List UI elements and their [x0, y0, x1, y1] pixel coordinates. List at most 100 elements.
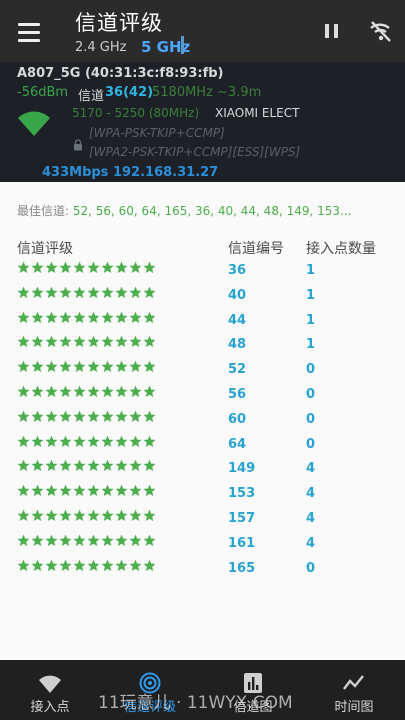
star-icon — [17, 435, 30, 447]
table-row: 48 1 — [0, 333, 405, 358]
star-icon — [129, 534, 142, 546]
star-icon — [31, 286, 44, 298]
star-icon — [73, 410, 86, 422]
star-icon — [45, 286, 58, 298]
star-icon — [59, 534, 72, 546]
star-icon — [31, 385, 44, 397]
channel-value: 36(42) — [105, 85, 154, 100]
wifi-off-icon[interactable] — [367, 18, 393, 44]
star-icon — [101, 385, 114, 397]
page-title: 信道评级 — [75, 11, 163, 35]
star-icon — [87, 459, 100, 472]
star-icon — [115, 509, 128, 521]
star-icon — [59, 261, 72, 273]
star-icon — [129, 509, 142, 521]
table-row: 149 4 — [0, 457, 405, 482]
rating-stars — [17, 484, 156, 497]
header-channel-number: 信道编号 — [228, 241, 284, 257]
rating-stars — [17, 311, 156, 324]
star-icon — [73, 509, 86, 521]
nav-access-points[interactable]: 接入点 — [10, 660, 90, 720]
vendor-name: XIAOMI ELECT — [215, 106, 300, 120]
star-icon — [59, 435, 72, 447]
star-icon — [73, 534, 86, 546]
star-icon — [143, 385, 156, 397]
star-icon — [17, 360, 30, 373]
star-icon — [73, 335, 86, 348]
star-icon — [59, 385, 72, 397]
connected-network-card[interactable]: A807_5G (40:31:3c:f8:93:fb) -56dBm 信道 36… — [0, 62, 405, 182]
nav-label-time-graph: 时间图 — [334, 700, 374, 715]
star-icon — [115, 559, 128, 571]
nav-label-access-points: 接入点 — [30, 700, 70, 715]
star-icon — [143, 286, 156, 298]
star-icon — [115, 484, 128, 497]
star-icon — [129, 559, 142, 571]
star-icon — [101, 559, 114, 571]
star-icon — [73, 286, 86, 298]
star-icon — [17, 509, 30, 521]
table-row: 52 0 — [0, 358, 405, 383]
star-icon — [87, 261, 100, 273]
star-icon — [59, 459, 72, 472]
star-icon — [129, 410, 142, 422]
band-2-4ghz-tab[interactable]: 2.4 GHz — [75, 40, 126, 55]
channel-number: 149 — [228, 461, 256, 477]
star-icon — [87, 435, 100, 447]
access-point-count: 4 — [306, 461, 316, 477]
star-icon — [87, 286, 100, 298]
wifi-signal-icon — [17, 108, 51, 138]
nav-time-graph[interactable]: 时间图 — [314, 660, 394, 720]
access-point-count: 4 — [306, 511, 316, 526]
star-icon — [17, 311, 30, 323]
pause-icon[interactable] — [322, 22, 342, 42]
channel-number: 52 — [228, 362, 247, 378]
star-icon — [115, 459, 128, 472]
star-icon — [59, 360, 72, 373]
access-point-count: 1 — [306, 337, 316, 353]
access-point-count: 4 — [306, 535, 316, 551]
table-row: 157 4 — [0, 507, 405, 532]
menu-icon[interactable] — [12, 18, 46, 46]
rating-stars — [17, 435, 156, 448]
signal-strength: -56dBm — [17, 85, 69, 100]
star-icon — [45, 410, 58, 422]
star-icon — [17, 484, 30, 497]
star-icon — [73, 459, 86, 472]
frequency-range: 5170 - 5250 (80MHz) — [72, 106, 200, 120]
star-icon — [59, 509, 72, 521]
band-indicator — [181, 36, 184, 54]
star-icon — [143, 311, 156, 323]
star-icon — [73, 261, 86, 273]
star-icon — [101, 286, 114, 298]
star-icon — [87, 385, 100, 397]
star-icon — [115, 534, 128, 546]
header-channel-rating: 信道评级 — [17, 241, 73, 257]
table-row: 60 0 — [0, 408, 405, 433]
star-icon — [59, 335, 72, 348]
star-icon — [31, 459, 44, 472]
wifi-icon — [39, 675, 61, 693]
star-icon — [101, 534, 114, 546]
network-ssid: A807_5G (40:31:3c:f8:93:fb) — [17, 66, 224, 81]
star-icon — [101, 435, 114, 447]
channel-number: 161 — [228, 535, 256, 551]
rating-stars — [17, 534, 156, 547]
frequency-distance: 5180MHz ~3.9m — [152, 85, 262, 100]
access-point-count: 1 — [306, 263, 316, 278]
table-row: 44 1 — [0, 309, 405, 334]
access-point-count: 0 — [306, 560, 316, 576]
star-icon — [45, 509, 58, 521]
rating-stars — [17, 385, 156, 398]
star-icon — [17, 559, 30, 571]
channel-number: 56 — [228, 387, 247, 402]
star-icon — [17, 534, 30, 546]
star-icon — [143, 459, 156, 472]
star-icon — [31, 311, 44, 323]
star-icon — [101, 459, 114, 472]
star-icon — [17, 261, 30, 273]
best-channels: 最佳信道: 52, 56, 60, 64, 165, 36, 40, 44, 4… — [17, 202, 351, 219]
star-icon — [87, 311, 100, 323]
channel-number: 48 — [228, 337, 247, 353]
star-icon — [45, 559, 58, 571]
